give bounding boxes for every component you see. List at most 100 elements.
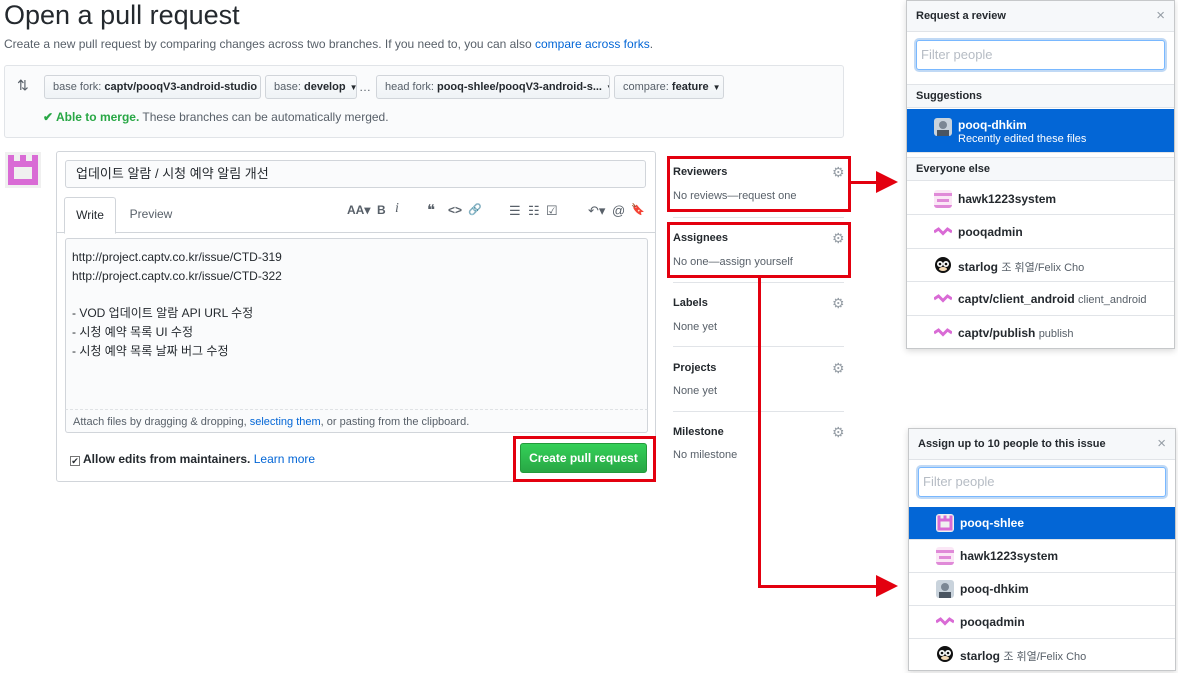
- avatar: [934, 290, 952, 308]
- user-name: captv/client_android: [958, 292, 1075, 306]
- avatar: [937, 646, 953, 662]
- link-icon[interactable]: 🔗: [468, 203, 482, 216]
- gear-icon[interactable]: ⚙: [832, 424, 845, 441]
- learn-more-link[interactable]: Learn more: [254, 452, 315, 466]
- reply-icon[interactable]: ↶▾: [588, 203, 605, 219]
- list-item[interactable]: captv/publish publish: [907, 316, 1174, 349]
- allow-edits-label: Allow edits from maintainers.: [83, 452, 251, 466]
- allow-edits-checkbox[interactable]: ✔: [70, 456, 80, 466]
- avatar: [934, 324, 952, 342]
- merge-text: These branches can be automatically merg…: [139, 110, 389, 124]
- arrow-line: [758, 278, 761, 588]
- milestone-heading[interactable]: Milestone: [673, 426, 724, 438]
- avatar: [5, 152, 41, 188]
- list-item[interactable]: pooq-shlee: [909, 507, 1175, 540]
- pr-title-input[interactable]: 업데이트 알람 / 시청 예약 알림 개선: [65, 160, 646, 188]
- chevron-down-icon: ▼: [606, 83, 609, 92]
- everyone-else-header: Everyone else: [907, 157, 1174, 181]
- merge-ok: ✔ Able to merge.: [43, 110, 140, 124]
- attach-files-bar[interactable]: Attach files by dragging & dropping, sel…: [65, 409, 648, 433]
- gear-icon[interactable]: ⚙: [832, 295, 845, 312]
- italic-icon[interactable]: i: [395, 201, 399, 217]
- projects-heading[interactable]: Projects: [673, 362, 716, 374]
- compare-range-bar: ⇅ base fork: captv/pooqV3-android-studio…: [4, 65, 844, 138]
- attach-text-end: , or pasting from the clipboard.: [320, 416, 470, 428]
- list-item[interactable]: pooqadmin: [907, 215, 1174, 249]
- list-item[interactable]: hawk1223system: [909, 540, 1175, 573]
- request-review-popover: Request a review × Filter people Suggesti…: [906, 0, 1175, 349]
- range-dots: …: [359, 80, 371, 94]
- subtitle-text: Create a new pull request by comparing c…: [4, 37, 535, 51]
- assignees-popover: Assign up to 10 people to this issue × Fi…: [908, 428, 1176, 671]
- filter-people-input[interactable]: Filter people: [916, 40, 1165, 70]
- head-fork-select[interactable]: head fork: pooq-shlee/pooqV3-android-s..…: [376, 75, 610, 99]
- list-item[interactable]: starlog 조 휘열/Felix Cho: [909, 639, 1175, 671]
- base-branch-select[interactable]: base: develop ▼: [265, 75, 357, 99]
- tab-write[interactable]: Write: [64, 197, 116, 234]
- page-title: Open a pull request: [4, 0, 240, 30]
- labels-heading[interactable]: Labels: [673, 297, 708, 309]
- user-name: starlog: [960, 649, 1001, 663]
- user-name: hawk1223system: [958, 192, 1057, 206]
- avatar: [936, 613, 954, 631]
- reviewers-highlight: [667, 156, 851, 212]
- mention-icon[interactable]: @: [612, 203, 625, 218]
- gear-icon[interactable]: ⚙: [832, 360, 845, 377]
- user-name: starlog: [958, 260, 999, 274]
- subtitle-end: .: [649, 37, 654, 51]
- list-item[interactable]: pooqadmin: [909, 606, 1175, 639]
- milestone-value: No milestone: [673, 449, 738, 461]
- page-subtitle: Create a new pull request by comparing c…: [4, 37, 653, 51]
- allow-edits-row: ✔ Allow edits from maintainers. Learn mor…: [70, 452, 315, 466]
- compare-branch-select[interactable]: compare: feature ▼: [614, 75, 724, 99]
- popover-header: Request a review ×: [907, 1, 1174, 32]
- arrow-line: [758, 585, 880, 588]
- pr-body-textarea[interactable]: http://project.captv.co.kr/issue/CTD-319…: [65, 238, 648, 410]
- chevron-down-icon: ▼: [349, 83, 357, 92]
- selecting-them-link[interactable]: selecting them: [250, 416, 321, 428]
- numbered-list-icon[interactable]: ☷: [528, 203, 540, 219]
- list-item[interactable]: starlog 조 휘열/Felix Cho: [907, 249, 1174, 282]
- popover-title: Request a review: [916, 10, 1006, 22]
- base-fork-select[interactable]: base fork: captv/pooqV3-android-studio▼: [44, 75, 261, 99]
- user-name: pooq-dhkim: [960, 582, 1029, 596]
- compare-arrows-icon[interactable]: ⇅: [17, 77, 29, 94]
- suggestions-header: Suggestions: [907, 84, 1174, 108]
- bulleted-list-icon[interactable]: ☰: [509, 203, 521, 219]
- quote-icon[interactable]: ❝: [427, 201, 435, 219]
- list-item[interactable]: pooq-dhkim Recently edited these files: [907, 109, 1174, 153]
- attach-text: Attach files by dragging & dropping,: [73, 416, 250, 428]
- arrow-head-icon: [876, 575, 898, 597]
- user-name: pooq-dhkim: [958, 118, 1027, 132]
- sidebar-divider: [673, 217, 844, 218]
- create-button-highlight: [513, 436, 656, 482]
- close-icon[interactable]: ×: [1157, 435, 1166, 452]
- avatar: [934, 190, 952, 208]
- user-sub: Recently edited these files: [958, 133, 1087, 145]
- popover-title: Assign up to 10 people to this issue: [918, 438, 1106, 450]
- merge-status: ✔ Able to merge. These branches can be a…: [43, 110, 389, 124]
- assignees-highlight: [667, 222, 851, 278]
- avatar: [935, 257, 951, 273]
- bookmark-icon[interactable]: 🔖: [631, 203, 645, 216]
- list-item[interactable]: captv/client_android client_android: [907, 282, 1174, 316]
- popover-header: Assign up to 10 people to this issue ×: [909, 429, 1175, 460]
- avatar: [934, 118, 952, 136]
- compare-across-forks-link[interactable]: compare across forks: [535, 37, 650, 51]
- tab-preview[interactable]: Preview: [120, 197, 182, 233]
- filter-people-input[interactable]: Filter people: [918, 467, 1166, 497]
- bold-icon[interactable]: B: [377, 203, 386, 217]
- close-icon[interactable]: ×: [1156, 7, 1165, 24]
- user-name: captv/publish: [958, 326, 1036, 340]
- header-text-icon[interactable]: AA▾: [347, 203, 370, 217]
- user-name: pooq-shlee: [960, 516, 1025, 530]
- avatar: [936, 547, 954, 565]
- list-item[interactable]: hawk1223system: [907, 182, 1174, 215]
- list-item[interactable]: pooq-dhkim: [909, 573, 1175, 606]
- user-name: hawk1223system: [960, 549, 1059, 563]
- code-icon[interactable]: <>: [448, 203, 462, 217]
- user-sub: 조 휘열/Felix Cho: [1001, 262, 1085, 274]
- task-list-icon[interactable]: ☑: [546, 203, 558, 219]
- user-name: pooqadmin: [960, 615, 1025, 629]
- projects-value: None yet: [673, 385, 718, 397]
